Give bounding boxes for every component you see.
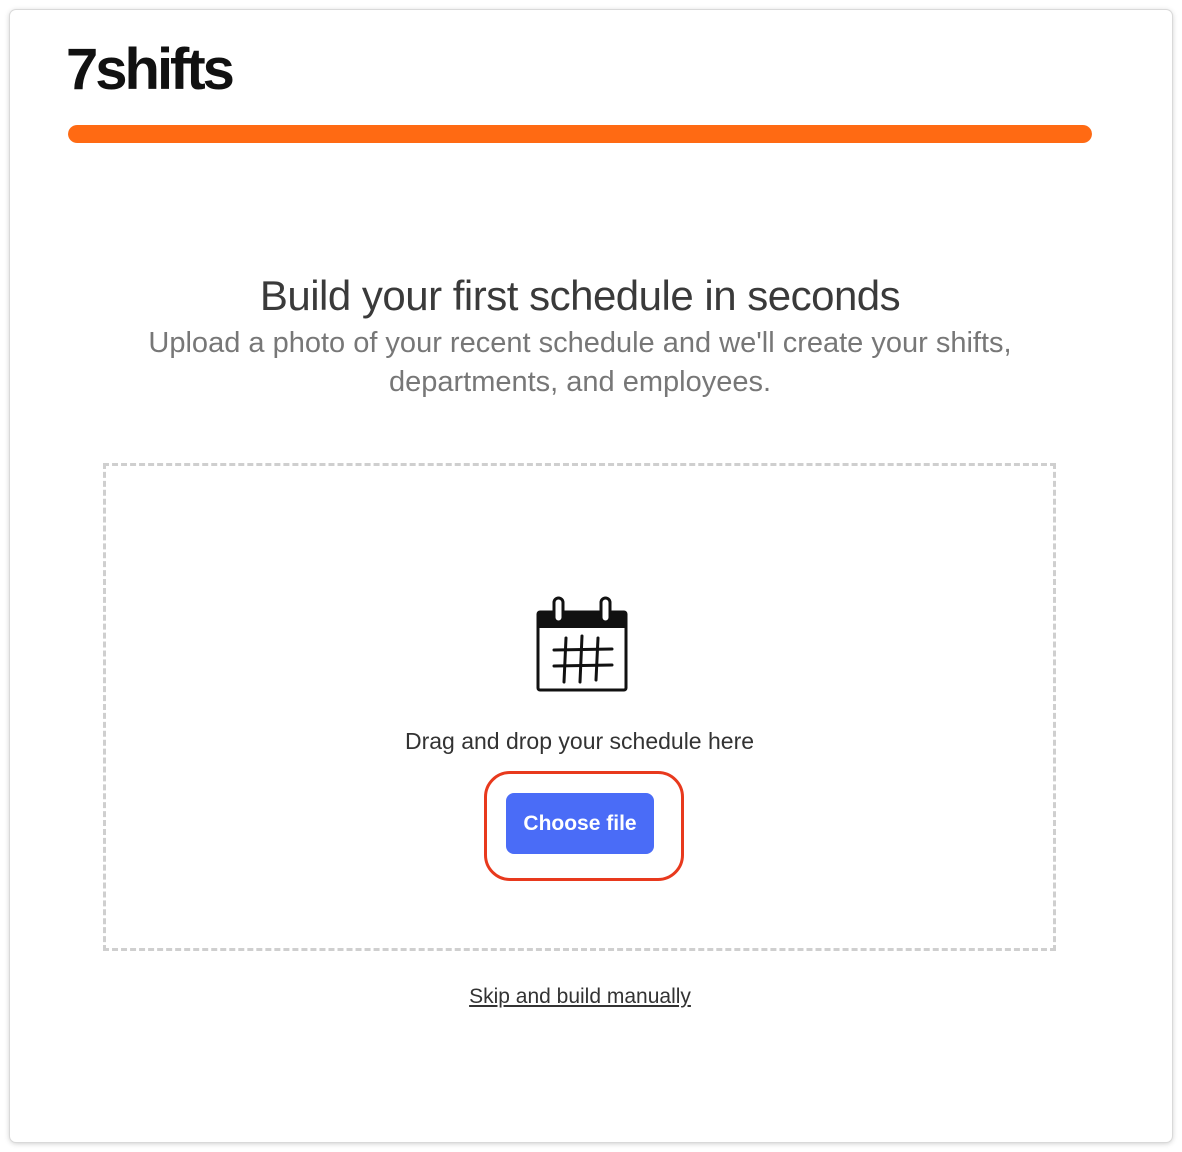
dropzone-label: Drag and drop your schedule here [404,728,755,754]
page-title: Build your first schedule in seconds [259,272,901,319]
choose-file-button[interactable]: Choose file [506,793,654,854]
logo: 7shifts [66,37,235,102]
calendar-icon [536,596,628,692]
page-subtitle: Upload a photo of your recent schedule a… [148,327,1012,398]
progress-bar [68,125,1092,143]
file-dropzone[interactable]: Drag and drop your schedule here Choose … [103,463,1056,951]
onboarding-window: 7shifts Build your first schedule in sec… [10,10,1172,1142]
skip-link[interactable]: Skip and build manually [10,985,1150,1009]
progress-bar-fill [68,125,1092,143]
